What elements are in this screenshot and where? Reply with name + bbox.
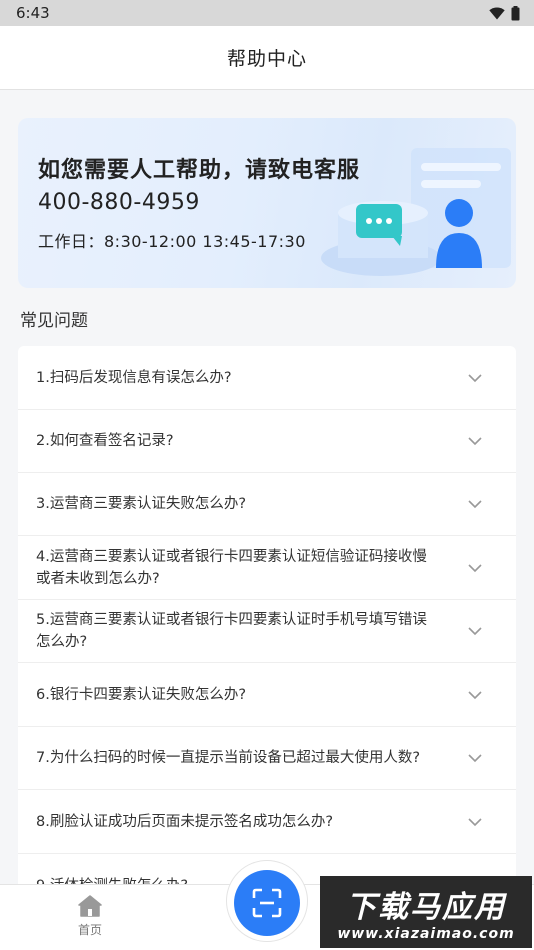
faq-item[interactable]: 6.银行卡四要素认证失败怎么办? <box>18 663 516 727</box>
faq-question: 7.为什么扫码的时候一直提示当前设备已超过最大使用人数? <box>36 750 421 766</box>
working-hours: 工作日：8:30-12:00 13:45-17:30 <box>38 232 306 251</box>
page-title: 帮助中心 <box>226 48 307 70</box>
wifi-icon <box>489 7 505 19</box>
chevron-down-icon <box>468 563 482 572</box>
faq-list: 1.扫码后发现信息有误怎么办? 2.如何查看签名记录? 3.运营商三要素认证失败… <box>18 346 516 918</box>
scan-button[interactable] <box>234 870 300 936</box>
faq-section-title: 常见问题 <box>20 311 88 331</box>
customer-service-banner: 如您需要人工帮助，请致电客服 400-880-4959 工作日：8:30-12:… <box>18 118 516 288</box>
watermark-title: 下载马应用 <box>346 890 506 925</box>
watermark-url: www.xiazaimao.com <box>337 926 515 942</box>
faq-item[interactable]: 3.运营商三要素认证失败怎么办? <box>18 473 516 536</box>
faq-question: 1.扫码后发现信息有误怎么办? <box>36 369 232 386</box>
watermark: 下载马应用 www.xiazaimao.com <box>320 876 532 948</box>
faq-item[interactable]: 7.为什么扫码的时候一直提示当前设备已超过最大使用人数? <box>18 727 516 790</box>
faq-question: 4.运营商三要素认证或者银行卡四要素认证短信验证码接收慢或者未收到怎么办? <box>36 548 427 587</box>
chevron-down-icon <box>468 690 482 699</box>
tab-home[interactable]: 首页 <box>64 895 116 938</box>
faq-item[interactable]: 2.如何查看签名记录? <box>18 410 516 473</box>
customer-service-illustration <box>321 148 511 276</box>
status-bar: 6:43 <box>0 0 534 26</box>
chevron-down-icon <box>468 627 482 636</box>
service-phone-number[interactable]: 400-880-4959 <box>38 190 200 215</box>
chevron-down-icon <box>468 817 482 826</box>
faq-item[interactable]: 5.运营商三要素认证或者银行卡四要素认证时手机号填写错误怎么办? <box>18 600 516 663</box>
banner-title: 如您需要人工帮助，请致电客服 <box>38 158 361 183</box>
faq-item[interactable]: 4.运营商三要素认证或者银行卡四要素认证短信验证码接收慢或者未收到怎么办? <box>18 536 516 600</box>
home-icon <box>78 895 102 917</box>
faq-question: 8.刷脸认证成功后页面未提示签名成功怎么办? <box>36 813 334 830</box>
scan-icon <box>252 888 282 918</box>
tab-home-label: 首页 <box>77 923 102 937</box>
status-icons <box>489 5 520 21</box>
chevron-down-icon <box>468 500 482 509</box>
faq-item[interactable]: 1.扫码后发现信息有误怎么办? <box>18 346 516 410</box>
chevron-down-icon <box>468 437 482 446</box>
faq-question: 3.运营商三要素认证失败怎么办? <box>36 496 247 512</box>
faq-question: 6.银行卡四要素认证失败怎么办? <box>36 686 247 703</box>
faq-question: 2.如何查看签名记录? <box>36 433 174 449</box>
faq-question: 5.运营商三要素认证或者银行卡四要素认证时手机号填写错误怎么办? <box>36 612 427 650</box>
header: 帮助中心 <box>0 26 534 90</box>
battery-icon <box>511 5 520 20</box>
status-time: 6:43 <box>16 4 50 22</box>
faq-item[interactable]: 8.刷脸认证成功后页面未提示签名成功怎么办? <box>18 790 516 854</box>
chevron-down-icon <box>468 754 482 763</box>
chevron-down-icon <box>468 373 482 382</box>
